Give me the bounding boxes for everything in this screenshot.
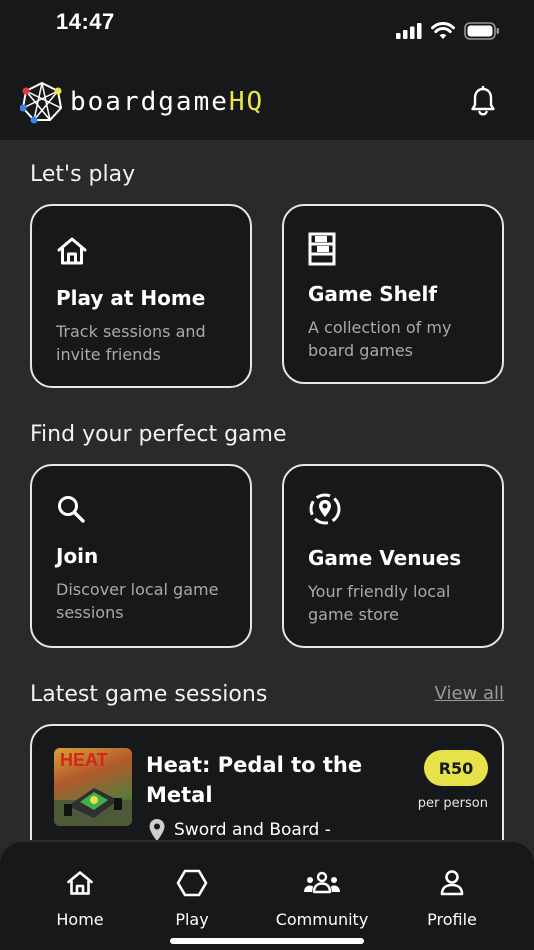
map-pin-icon	[149, 819, 165, 840]
tab-bar: Home Play Community Profile	[0, 842, 534, 950]
section-title-latest-sessions: Latest game sessions	[30, 682, 268, 707]
home-icon	[20, 866, 140, 900]
card-game-venues[interactable]: Game Venues Your friendly local game sto…	[282, 464, 504, 648]
session-title: Heat: Pedal to the Metal	[146, 753, 363, 807]
status-icons	[396, 22, 500, 40]
card-description: Track sessions and invite friends	[56, 322, 206, 364]
session-card[interactable]: HEAT Heat: Pedal to the Metal Sword and …	[30, 724, 504, 840]
app-logo[interactable]: boardgameHQ	[20, 80, 264, 124]
section-title-find-game: Find your perfect game	[30, 422, 287, 447]
home-indicator[interactable]	[170, 938, 364, 944]
card-description: Discover local game sessions	[56, 580, 219, 622]
price-unit: per person	[417, 796, 488, 811]
tab-label: Play	[175, 910, 209, 929]
search-icon	[56, 494, 86, 528]
venue-name: Sword and Board -	[174, 820, 331, 840]
status-time: 14:47	[56, 9, 115, 34]
tab-label: Profile	[427, 910, 477, 929]
race-car-icon	[54, 788, 132, 826]
card-play-at-home[interactable]: Play at Home Track sessions and invite f…	[30, 204, 252, 388]
logo-text: boardgameHQ	[70, 87, 264, 117]
card-join[interactable]: Join Discover local game sessions	[30, 464, 252, 648]
person-icon	[392, 866, 512, 900]
status-bar: 14:47	[0, 0, 534, 56]
card-description: Your friendly local game store	[308, 582, 451, 624]
cellular-signal-icon	[396, 23, 422, 39]
tab-play[interactable]: Play	[132, 866, 252, 929]
hexagon-icon	[132, 866, 252, 900]
card-title: Game Shelf	[308, 282, 438, 306]
logo-text-main: boardgame	[70, 87, 229, 117]
tab-label: Community	[275, 910, 369, 929]
tab-community[interactable]: Community	[262, 866, 382, 929]
home-icon	[56, 236, 88, 270]
location-pin-icon	[308, 492, 342, 530]
section-title-lets-play: Let's play	[30, 162, 136, 187]
community-icon	[262, 866, 382, 900]
view-all-link[interactable]: View all	[435, 683, 504, 704]
app-header: boardgameHQ	[0, 56, 534, 140]
wifi-icon	[431, 22, 455, 39]
session-venue: Sword and Board -	[148, 818, 331, 840]
main-content[interactable]: Let's play Play at Home Track sessions a…	[0, 140, 534, 840]
bell-icon	[471, 85, 495, 116]
logo-text-accent: HQ	[228, 87, 265, 117]
game-thumbnail: HEAT	[54, 748, 132, 826]
tab-label: Home	[56, 910, 104, 929]
shelf-icon	[308, 232, 336, 270]
notifications-button[interactable]	[470, 85, 496, 120]
card-description: A collection of my board games	[308, 318, 452, 360]
card-title: Join	[56, 544, 99, 568]
tab-profile[interactable]: Profile	[392, 866, 512, 929]
logo-mark-icon	[20, 81, 63, 124]
card-title: Play at Home	[56, 286, 206, 310]
battery-icon	[464, 22, 499, 40]
price-badge: R50	[424, 750, 488, 786]
card-title: Game Venues	[308, 546, 462, 570]
card-game-shelf[interactable]: Game Shelf A collection of my board game…	[282, 204, 504, 384]
tab-home[interactable]: Home	[20, 866, 140, 929]
